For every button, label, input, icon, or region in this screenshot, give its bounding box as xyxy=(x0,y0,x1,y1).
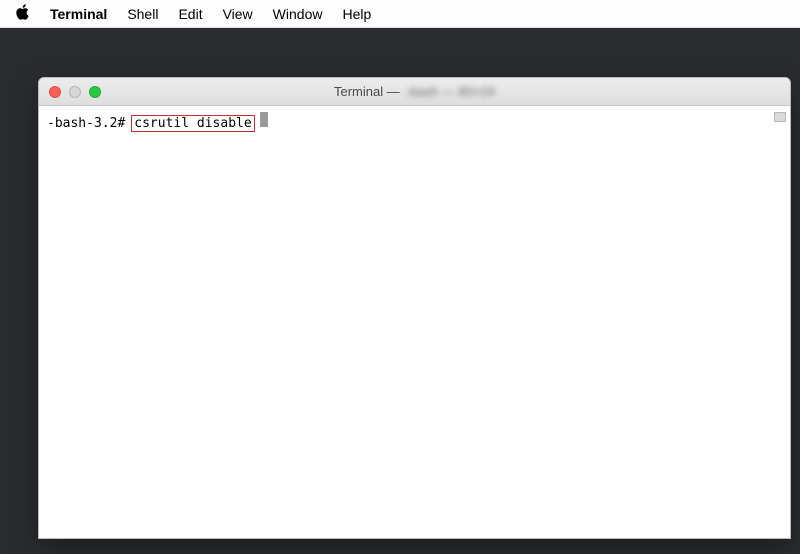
menu-window[interactable]: Window xyxy=(273,6,323,22)
menu-shell[interactable]: Shell xyxy=(127,6,158,22)
window-title: Terminal — -bash — 80×24 xyxy=(39,84,790,99)
scrollbar-icon[interactable] xyxy=(774,112,786,122)
shell-prompt: -bash-3.2# xyxy=(47,116,125,131)
close-icon[interactable] xyxy=(49,86,61,98)
command-highlight: csrutil disable xyxy=(131,115,254,132)
menu-view[interactable]: View xyxy=(223,6,253,22)
terminal-body[interactable]: -bash-3.2# csrutil disable xyxy=(39,106,790,538)
menubar: Terminal Shell Edit View Window Help xyxy=(0,0,800,28)
minimize-icon[interactable] xyxy=(69,86,81,98)
window-title-detail: -bash — 80×24 xyxy=(406,84,495,99)
desktop: Terminal — -bash — 80×24 -bash-3.2# csru… xyxy=(0,28,800,554)
window-title-prefix: Terminal — xyxy=(334,84,400,99)
menu-app-name[interactable]: Terminal xyxy=(50,6,107,22)
menu-help[interactable]: Help xyxy=(342,6,371,22)
apple-logo-icon[interactable] xyxy=(16,4,30,24)
titlebar[interactable]: Terminal — -bash — 80×24 xyxy=(39,78,790,106)
prompt-line: -bash-3.2# csrutil disable xyxy=(47,112,782,132)
command-text: csrutil disable xyxy=(134,116,251,131)
traffic-lights xyxy=(49,86,101,98)
cursor-icon xyxy=(260,112,268,127)
zoom-icon[interactable] xyxy=(89,86,101,98)
terminal-window: Terminal — -bash — 80×24 -bash-3.2# csru… xyxy=(38,77,791,539)
menu-edit[interactable]: Edit xyxy=(178,6,202,22)
